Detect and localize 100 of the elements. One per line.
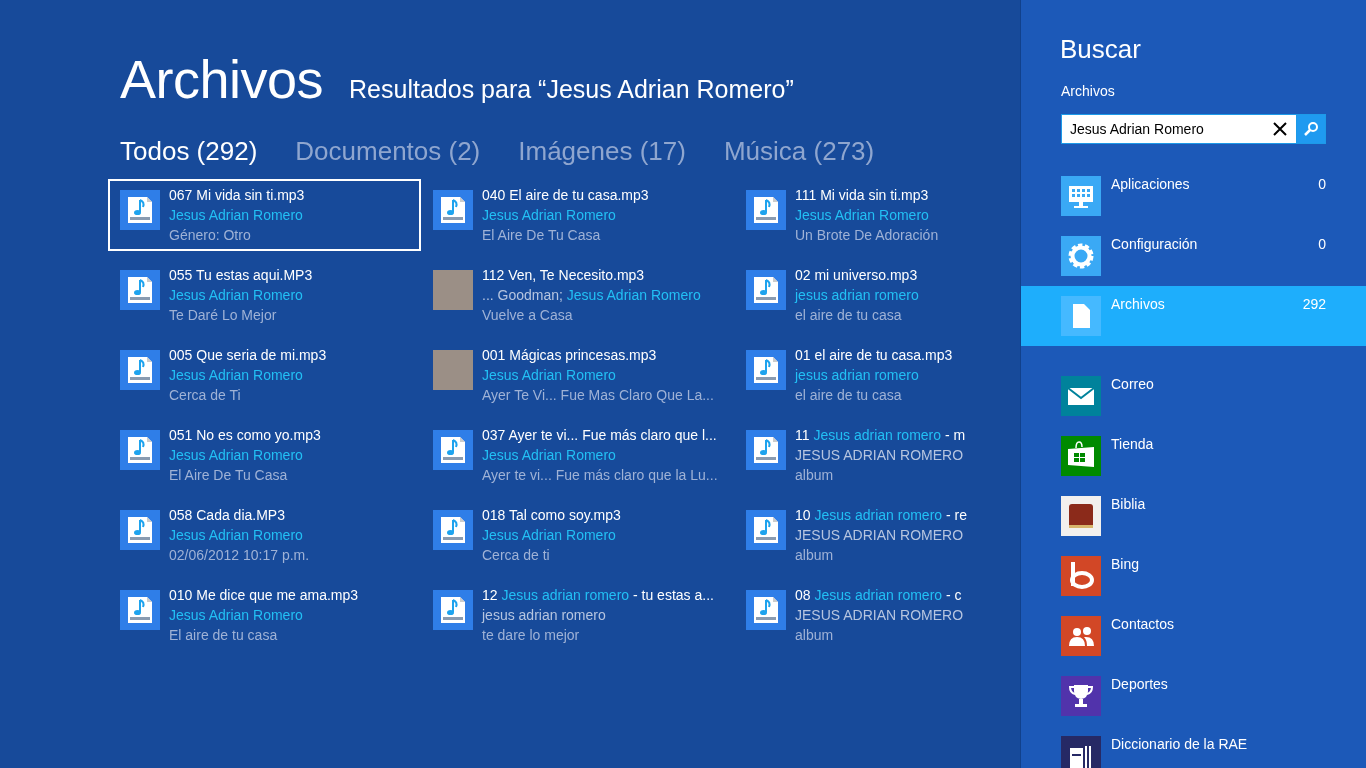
file-name: 10 Jesus adrian romero - re <box>795 506 967 525</box>
photo-placeholder <box>433 350 473 390</box>
search-scope: Archivos <box>1061 83 1116 99</box>
app-item[interactable]: Contactos <box>1021 606 1366 666</box>
result-item[interactable]: 037 Ayer te vi... Fue más claro que l... Jesus Adrian Romero Ayer te vi... Fue más claro que la Lu... <box>421 419 734 491</box>
result-item[interactable]: 040 El aire de tu casa.mp3 Jesus Adrian Romero El Aire De Tu Casa <box>421 179 734 251</box>
artist-text: Jesus Adrian Romero <box>169 206 304 225</box>
album-text: album <box>795 626 835 645</box>
search-field[interactable]: Jesus Adrian Romero <box>1061 114 1296 144</box>
file-name: 037 Ayer te vi... Fue más claro que l... <box>482 426 718 445</box>
result-item[interactable]: 010 Me dice que me ama.mp3 Jesus Adrian Romero El aire de tu casa <box>108 579 421 651</box>
shopping-bag-icon <box>1061 436 1101 476</box>
music-file-icon <box>120 430 160 470</box>
artist-text: Jesus Adrian Romero <box>482 526 617 545</box>
app-item[interactable]: Deportes <box>1021 666 1366 726</box>
album-text: el aire de tu casa <box>795 306 903 325</box>
file-name: 055 Tu estas aqui.MP3 <box>169 266 313 285</box>
file-name: 08 Jesus adrian romero - c <box>795 586 963 605</box>
result-item[interactable]: 055 Tu estas aqui.MP3 Jesus Adrian Romero Te Daré Lo Mejor <box>108 259 421 331</box>
artist-text: Jesus Adrian Romero <box>482 206 617 225</box>
artist-text: ... Goodman; Jesus Adrian Romero <box>482 286 701 305</box>
music-file-icon <box>433 590 473 630</box>
music-file-icon <box>746 430 786 470</box>
result-item[interactable]: 12 Jesus adrian romero - tu estas a... jesus adrian romero te dare lo mejor <box>421 579 734 651</box>
file-name: 12 Jesus adrian romero - tu estas a... <box>482 586 714 605</box>
file-name: 051 No es como yo.mp3 <box>169 426 321 445</box>
music-file-icon <box>746 270 786 310</box>
album-text: album <box>795 466 835 485</box>
category-item[interactable]: Aplicaciones 0 <box>1021 166 1366 226</box>
artist-text: Jesus Adrian Romero <box>795 206 930 225</box>
result-count: 0 <box>1318 176 1326 192</box>
artist-text: Jesus Adrian Romero <box>482 366 617 385</box>
results-subtitle: Resultados para “Jesus Adrian Romero” <box>349 75 794 104</box>
people-icon <box>1061 616 1101 656</box>
album-text: Ayer te vi... Fue más claro que la Lu... <box>482 466 718 485</box>
result-item[interactable]: 02 mi universo.mp3 jesus adrian romero el aire de tu casa <box>734 259 966 331</box>
app-item[interactable]: Diccionario de la RAE <box>1021 726 1366 768</box>
file-name: 02 mi universo.mp3 <box>795 266 919 285</box>
file-name: 005 Que seria de mi.mp3 <box>169 346 327 365</box>
dictionary-icon <box>1061 736 1101 768</box>
artist-text: JESUS ADRIAN ROMERO <box>795 526 965 545</box>
music-file-icon <box>120 590 160 630</box>
album-text: album <box>795 546 835 565</box>
file-name: 01 el aire de tu casa.mp3 <box>795 346 953 365</box>
album-text: Vuelve a Casa <box>482 306 574 325</box>
filter-tab[interactable]: Todos (292) <box>120 136 258 167</box>
app-item[interactable]: Correo <box>1021 366 1366 426</box>
music-file-icon <box>120 270 160 310</box>
search-button[interactable] <box>1296 114 1326 144</box>
app-item[interactable]: Bing <box>1021 546 1366 606</box>
file-name: 058 Cada dia.MP3 <box>169 506 286 525</box>
gear-icon <box>1061 236 1101 276</box>
artist-text: Jesus Adrian Romero <box>169 526 304 545</box>
album-text: El Aire De Tu Casa <box>169 466 289 485</box>
file-name: 010 Me dice que me ama.mp3 <box>169 586 359 605</box>
result-item[interactable]: 018 Tal como soy.mp3 Jesus Adrian Romero Cerca de ti <box>421 499 734 571</box>
result-item[interactable]: 10 Jesus adrian romero - re JESUS ADRIAN ROMERO album <box>734 499 966 571</box>
app-item[interactable]: Tienda <box>1021 426 1366 486</box>
app-item[interactable]: Biblia <box>1021 486 1366 546</box>
album-text: el aire de tu casa <box>795 386 903 405</box>
album-text: Cerca de ti <box>482 546 551 565</box>
result-item[interactable]: 005 Que seria de mi.mp3 Jesus Adrian Romero Cerca de Ti <box>108 339 421 411</box>
result-item[interactable]: 001 Mágicas princesas.mp3 Jesus Adrian Romero Ayer Te Vi... Fue Mas Claro Que La... <box>421 339 734 411</box>
result-item[interactable]: 058 Cada dia.MP3 Jesus Adrian Romero 02/06/2012 10:17 p.m. <box>108 499 421 571</box>
music-file-icon <box>433 510 473 550</box>
music-file-icon <box>746 190 786 230</box>
album-text: El Aire De Tu Casa <box>482 226 602 245</box>
artist-text: Jesus Adrian Romero <box>169 606 304 625</box>
music-file-icon <box>433 430 473 470</box>
album-text: Un Brote De Adoración <box>795 226 939 245</box>
file-name: 040 El aire de tu casa.mp3 <box>482 186 649 205</box>
result-item[interactable]: 067 Mi vida sin ti.mp3 Jesus Adrian Romero Género: Otro <box>108 179 421 251</box>
result-item[interactable]: 01 el aire de tu casa.mp3 jesus adrian romero el aire de tu casa <box>734 339 966 411</box>
pane-title: Buscar <box>1060 34 1142 65</box>
monitor-icon <box>1061 176 1101 216</box>
result-item[interactable]: 111 Mi vida sin ti.mp3 Jesus Adrian Romero Un Brote De Adoración <box>734 179 966 251</box>
photo-placeholder <box>433 270 473 310</box>
music-file-icon <box>746 510 786 550</box>
close-icon[interactable] <box>1273 122 1287 136</box>
music-file-icon <box>433 190 473 230</box>
result-item[interactable]: 051 No es como yo.mp3 Jesus Adrian Romero El Aire De Tu Casa <box>108 419 421 491</box>
result-item[interactable]: 112 Ven, Te Necesito.mp3 ... Goodman; Jesus Adrian Romero Vuelve a Casa <box>421 259 734 331</box>
result-item[interactable]: 11 Jesus adrian romero - m JESUS ADRIAN ROMERO album <box>734 419 966 491</box>
letter-b-icon <box>1061 556 1101 596</box>
music-file-icon <box>120 350 160 390</box>
artist-text: jesus adrian romero <box>795 286 919 305</box>
file-name: 111 Mi vida sin ti.mp3 <box>795 186 930 205</box>
category-item[interactable]: Configuración 0 <box>1021 226 1366 286</box>
file-name: 018 Tal como soy.mp3 <box>482 506 621 525</box>
artist-text: Jesus Adrian Romero <box>482 446 617 465</box>
artist-text: JESUS ADRIAN ROMERO <box>795 606 964 625</box>
result-item[interactable]: 08 Jesus adrian romero - c JESUS ADRIAN ROMERO album <box>734 579 966 651</box>
file-name: 11 Jesus adrian romero - m <box>795 426 966 445</box>
music-file-icon <box>746 590 786 630</box>
artist-text: jesus adrian romero <box>795 366 920 385</box>
album-text: El aire de tu casa <box>169 626 279 645</box>
trophy-icon <box>1061 676 1101 716</box>
artist-text: Jesus Adrian Romero <box>169 366 304 385</box>
album-text: Género: Otro <box>169 226 252 245</box>
artist-text: Jesus Adrian Romero <box>169 446 304 465</box>
